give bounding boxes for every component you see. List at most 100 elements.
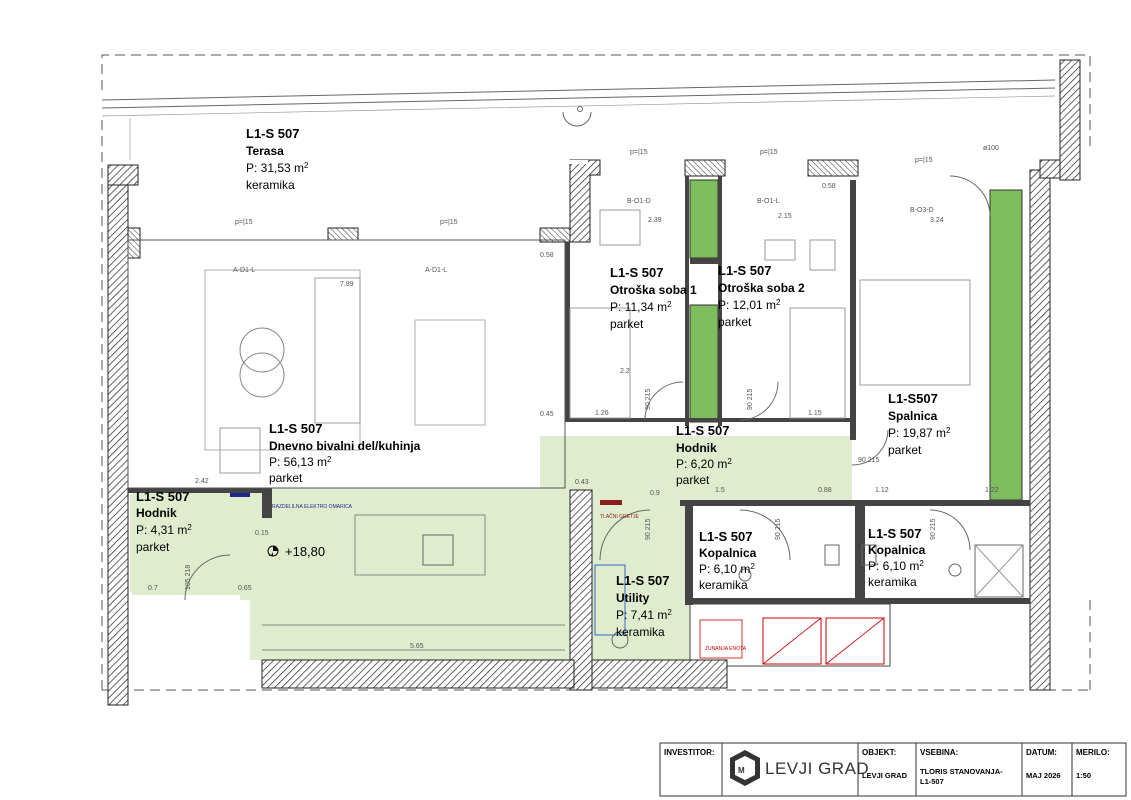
room-name: Terasa [246,144,284,158]
title-block: INVESTITOR: M LEVJI GRAD OBJEKT: LEVJI G… [659,742,1127,797]
room-name: Otroška soba 2 [718,281,805,295]
room-finish: parket [269,471,303,485]
dim-label: 0.65 [238,585,252,592]
window-label: A-D1-L [425,267,447,274]
room-area: P: 7,41 m [616,608,667,622]
room-finish: parket [610,317,644,331]
room-area: P: 11,34 m [610,300,667,314]
area-unit: 2 [776,298,781,307]
svg-text:P: 56,13 m2: P: 56,13 m2 [269,455,332,469]
logo-text: LEVJI GRAD [765,759,869,778]
door-label: 90 215 [858,457,880,464]
dim-label: 0.58 [540,252,554,259]
door-label: 90 215 [930,518,937,540]
dim-label: 1.12 [875,487,889,494]
parapet-label: p=|15 [630,149,648,156]
room-area: P: 6,20 m [676,457,727,471]
room-finish: parket [136,540,170,554]
room-name: Kopalnica [868,543,926,557]
room-area: P: 4,31 m [136,523,187,537]
dim-label: 2.42 [195,478,209,485]
area-unit: 2 [327,455,332,464]
dim-label: 0.7 [148,585,158,592]
level-label: +18,80 [285,544,325,559]
room-name: Spalnica [888,409,938,423]
datum-label: DATUM: [1026,748,1057,757]
area-unit: 2 [727,457,732,466]
area-unit: 2 [750,562,755,571]
room-code: L1-S 507 [718,263,771,278]
room-finish: keramika [868,575,917,589]
dim-label: 3.24 [930,217,944,224]
door-label: 90 215 [747,388,754,410]
door-label: 105 218 [185,565,192,590]
parapet-labels: p=|15 p=|15 p=|15 p=|15 p=|15 ø100 [235,145,999,226]
dim-label: 0.58 [822,183,836,190]
objekt-label: OBJEKT: [862,748,896,757]
vsebina-label: VSEBINA: [920,748,958,757]
dim-label: 0.43 [575,479,589,486]
dim-label: 0.15 [255,530,269,537]
note-label: RAZDELILNA ELEKTRO OMARICA [272,504,353,510]
room-area: P: 31,53 m [246,161,304,175]
room-code: L1-S507 [888,391,938,406]
note-label: ZUNANJA ENOTA [705,646,747,652]
vsebina-line1: TLORIS STANOVANJA- [920,767,1003,776]
dim-label: 0.88 [818,487,832,494]
room-finish: keramika [699,578,748,592]
parapet-label: p=|15 [440,219,458,226]
room-finish: keramika [616,625,665,639]
investitor-label: INVESTITOR: [664,748,715,757]
parapet-label: p=|15 [915,157,933,164]
note-label: TLAČNI GRETJE [600,513,640,520]
svg-text:P: 12,01 m2: P: 12,01 m2 [718,298,781,312]
room-name: Kopalnica [699,546,757,560]
room-area: P: 6,10 m [699,562,750,576]
room-finish: parket [718,315,752,329]
room-label-dnevno: L1-S 507 Dnevno bivalni del/kuhinja P: 5… [269,421,421,485]
area-unit: 2 [946,426,951,435]
door-label: 90 215 [645,388,652,410]
dim-label: 2.15 [778,213,792,220]
dim-label: 7.89 [340,281,354,288]
room-label-terasa: L1-S 507 Terasa P: 31,53 m2 keramika [246,126,309,192]
room-label-soba2: L1-S 507 Otroška soba 2 P: 12,01 m2 park… [718,263,805,329]
room-name: Dnevno bivalni del/kuhinja [269,439,421,453]
area-unit: 2 [667,300,672,309]
merilo-label: MERILO: [1076,748,1110,757]
area-unit: 2 [667,608,672,617]
room-code: L1-S 507 [616,573,669,588]
window-label: B-O3-D [910,207,934,214]
room-label-kop2: L1-S 507 Kopalnica P: 6,10 m2 keramika [868,526,926,589]
dim-label: 2.2 [620,368,630,375]
svg-text:P: 6,20 m2: P: 6,20 m2 [676,457,732,471]
dim-label: 1.5 [715,487,725,494]
room-name: Utility [616,591,650,605]
dim-label: 2.39 [648,217,662,224]
svg-text:P: 6,10 m2: P: 6,10 m2 [699,562,755,576]
room-area: P: 56,13 m [269,455,327,469]
merilo-value: 1:50 [1076,771,1091,780]
dim-label: 5.65 [410,643,424,650]
room-finish: parket [676,473,710,487]
room-code: L1-S 507 [610,265,663,280]
room-code: L1-S 507 [676,423,729,438]
window-label: B-O1-D [627,198,651,205]
svg-text:P: 4,31 m2: P: 4,31 m2 [136,523,192,537]
dim-label: 0.45 [540,411,554,418]
datum-value: MAJ 2026 [1026,771,1061,780]
room-label-kop1: L1-S 507 Kopalnica P: 6,10 m2 keramika [699,529,757,592]
room-name: Hodnik [676,441,717,455]
area-unit: 2 [304,161,309,170]
window-label: A-D1-L [233,267,255,274]
room-code: L1-S 507 [868,526,921,541]
room-code: L1-S 507 [246,126,299,141]
svg-text:P: 31,53 m2: P: 31,53 m2 [246,161,309,175]
area-unit: 2 [187,523,192,532]
window-label: B-O1-L [757,198,780,205]
closet-1 [689,179,719,259]
svg-text:P: 19,87 m2: P: 19,87 m2 [888,426,951,440]
parapet-label: p=|15 [235,219,253,226]
parapet-label: p=|15 [760,149,778,156]
svg-text:M: M [738,766,745,775]
